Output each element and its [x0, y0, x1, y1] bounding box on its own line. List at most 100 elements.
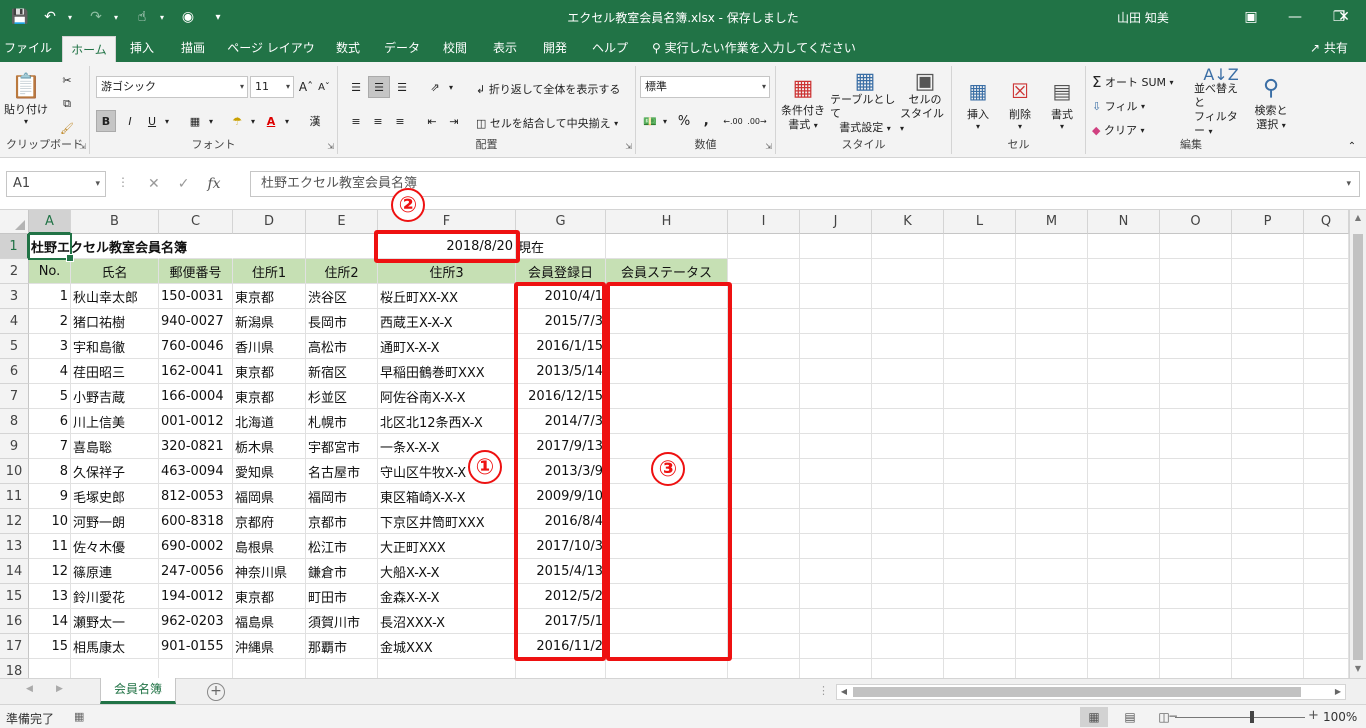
- align-center-icon[interactable]: ≡: [368, 110, 388, 132]
- zoom-out-icon[interactable]: −: [1168, 709, 1178, 723]
- cell[interactable]: [1304, 559, 1349, 584]
- row-header-2[interactable]: 2: [0, 259, 29, 284]
- table-cell[interactable]: 600-8318: [159, 509, 233, 534]
- cell[interactable]: [1232, 634, 1304, 659]
- share-button[interactable]: ↗ 共有: [1310, 34, 1348, 62]
- cell[interactable]: [1160, 634, 1232, 659]
- cell[interactable]: [1160, 509, 1232, 534]
- member-status-cell[interactable]: [606, 634, 728, 659]
- table-header[interactable]: 会員ステータス: [606, 259, 728, 284]
- cell[interactable]: [1016, 309, 1088, 334]
- table-cell[interactable]: 901-0155: [159, 634, 233, 659]
- table-cell[interactable]: 荏田昭三: [71, 359, 159, 384]
- column-header-e[interactable]: E: [306, 210, 378, 234]
- table-cell[interactable]: 北海道: [233, 409, 306, 434]
- cell[interactable]: [1232, 309, 1304, 334]
- user-name[interactable]: 山田 知美: [1117, 9, 1169, 26]
- vertical-scroll-thumb[interactable]: [1353, 234, 1363, 660]
- cell[interactable]: [944, 284, 1016, 309]
- decrease-font-icon[interactable]: Aˇ: [316, 76, 332, 98]
- tab-view[interactable]: 表示: [482, 34, 528, 62]
- cell[interactable]: [1160, 409, 1232, 434]
- cell[interactable]: [728, 559, 800, 584]
- next-sheet-icon[interactable]: ▶: [56, 684, 63, 694]
- italic-button[interactable]: I: [120, 110, 140, 132]
- cell[interactable]: [728, 509, 800, 534]
- table-cell[interactable]: 2016/8/4: [516, 509, 606, 534]
- member-status-cell[interactable]: [606, 534, 728, 559]
- member-status-cell[interactable]: [606, 384, 728, 409]
- table-cell[interactable]: 神奈川県: [233, 559, 306, 584]
- zoom-slider[interactable]: [1175, 717, 1305, 718]
- cell[interactable]: [1232, 384, 1304, 409]
- insert-function-button[interactable]: fx: [207, 176, 220, 192]
- table-cell[interactable]: 杉並区: [306, 384, 378, 409]
- column-header-d[interactable]: D: [233, 210, 306, 234]
- table-cell[interactable]: 2013/5/14: [516, 359, 606, 384]
- table-cell[interactable]: 栃木県: [233, 434, 306, 459]
- table-cell[interactable]: 6: [29, 409, 71, 434]
- table-cell[interactable]: 西蔵王X-X-X: [378, 309, 516, 334]
- cell[interactable]: [1304, 534, 1349, 559]
- table-cell[interactable]: 2016/11/2: [516, 634, 606, 659]
- cut-icon[interactable]: ✂: [52, 70, 82, 90]
- splitter-icon[interactable]: ⋮: [117, 175, 129, 189]
- table-cell[interactable]: 猪口祐樹: [71, 309, 159, 334]
- table-cell[interactable]: 11: [29, 534, 71, 559]
- cell[interactable]: [1304, 259, 1349, 284]
- tab-splitter-icon[interactable]: ⋮: [818, 684, 829, 697]
- table-cell[interactable]: 東京都: [233, 359, 306, 384]
- tab-help[interactable]: ヘルプ: [584, 34, 636, 62]
- table-cell[interactable]: 新宿区: [306, 359, 378, 384]
- table-cell[interactable]: 東京都: [233, 284, 306, 309]
- cell[interactable]: [800, 609, 872, 634]
- table-cell[interactable]: 14: [29, 609, 71, 634]
- dialog-launcher-icon[interactable]: ⇲: [327, 142, 334, 151]
- table-cell[interactable]: 佐々木優: [71, 534, 159, 559]
- table-cell[interactable]: 2017/9/13: [516, 434, 606, 459]
- table-header[interactable]: 会員登録日: [516, 259, 606, 284]
- enter-icon[interactable]: ✓: [178, 176, 190, 192]
- cell[interactable]: [872, 384, 944, 409]
- member-status-cell[interactable]: [606, 484, 728, 509]
- page-layout-view-icon[interactable]: ▤: [1116, 707, 1144, 727]
- cell[interactable]: [1160, 259, 1232, 284]
- cell[interactable]: [872, 434, 944, 459]
- table-cell[interactable]: 長沼XXX-X: [378, 609, 516, 634]
- cell[interactable]: [1088, 484, 1160, 509]
- cell[interactable]: [728, 534, 800, 559]
- cell[interactable]: [1088, 334, 1160, 359]
- increase-font-icon[interactable]: Aˆ: [298, 76, 314, 98]
- table-cell[interactable]: 4: [29, 359, 71, 384]
- increase-indent-icon[interactable]: ⇥: [444, 110, 464, 132]
- table-cell[interactable]: 15: [29, 634, 71, 659]
- cell[interactable]: [1088, 409, 1160, 434]
- format-painter-icon[interactable]: 🖌: [52, 118, 82, 138]
- cell[interactable]: [1304, 234, 1349, 259]
- cell[interactable]: [944, 534, 1016, 559]
- table-cell[interactable]: 福岡市: [306, 484, 378, 509]
- table-cell[interactable]: 町田市: [306, 584, 378, 609]
- table-cell[interactable]: 長岡市: [306, 309, 378, 334]
- tell-me-box[interactable]: ⚲ 実行したい作業を入力してください: [652, 34, 856, 62]
- normal-view-icon[interactable]: ▦: [1080, 707, 1108, 727]
- increase-decimal-icon[interactable]: ←.00: [722, 110, 744, 132]
- zoom-level[interactable]: 100%: [1323, 710, 1357, 724]
- column-header-q[interactable]: Q: [1304, 210, 1349, 234]
- decrease-decimal-icon[interactable]: .00→: [746, 110, 768, 132]
- row-header-6[interactable]: 6: [0, 359, 29, 384]
- cell[interactable]: [800, 434, 872, 459]
- cell[interactable]: [800, 409, 872, 434]
- cell[interactable]: [800, 284, 872, 309]
- cell[interactable]: [800, 384, 872, 409]
- cell[interactable]: [1016, 234, 1088, 259]
- table-cell[interactable]: 2017/5/1: [516, 609, 606, 634]
- cell[interactable]: [1304, 509, 1349, 534]
- cell[interactable]: [1160, 484, 1232, 509]
- table-cell[interactable]: 2012/5/2: [516, 584, 606, 609]
- font-color-icon[interactable]: A: [260, 110, 282, 132]
- table-cell[interactable]: 名古屋市: [306, 459, 378, 484]
- paste-button[interactable]: 📋 貼り付け ▾: [4, 70, 48, 126]
- copy-icon[interactable]: ⧉: [52, 94, 82, 114]
- border-icon[interactable]: ▦: [184, 110, 206, 132]
